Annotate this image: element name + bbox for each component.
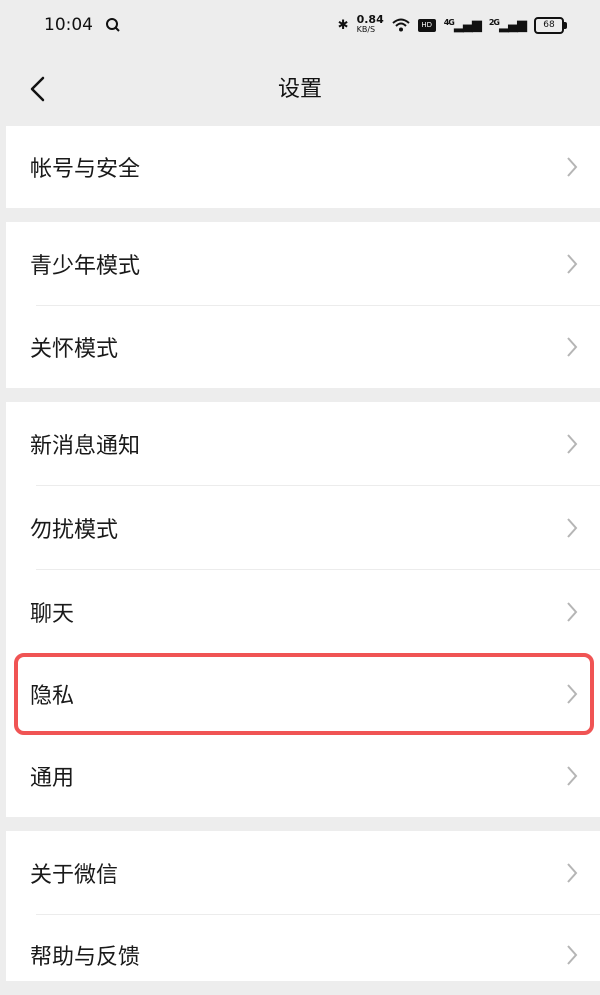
settings-item-label: 聊天 bbox=[30, 601, 75, 627]
settings-item-label: 青少年模式 bbox=[30, 254, 141, 279]
battery-icon: 68 bbox=[534, 16, 567, 34]
chevron-right-icon bbox=[567, 434, 578, 454]
bluetooth-icon: ✱ bbox=[337, 17, 349, 33]
chevron-right-icon bbox=[567, 945, 578, 965]
chevron-right-icon bbox=[567, 684, 578, 704]
settings-item-label: 关于微信 bbox=[30, 863, 119, 888]
wifi-icon bbox=[392, 18, 410, 32]
signal1-label: 4G bbox=[443, 17, 455, 27]
chevron-right-icon bbox=[567, 157, 578, 177]
settings-item-label: 帐号与安全 bbox=[30, 157, 141, 182]
hd-icon: HD bbox=[417, 18, 436, 32]
settings-item-notifications[interactable]: 新消息通知 bbox=[6, 402, 600, 486]
chevron-right-icon bbox=[567, 601, 578, 622]
status-time: 10:04 bbox=[44, 15, 93, 35]
settings-item-label: 勿扰模式 bbox=[30, 518, 119, 543]
settings-item-label: 隐私 bbox=[30, 684, 75, 709]
battery-level: 68 bbox=[543, 19, 555, 30]
settings-item-chat[interactable]: 聊天 bbox=[6, 570, 600, 653]
settings-item-label: 帮助与反馈 bbox=[30, 945, 141, 970]
network-speed: 0.84 KB/S bbox=[356, 13, 384, 35]
chevron-right-icon bbox=[567, 518, 578, 538]
status-bar: 10:04 ✱ 0.84 KB/S HD 4G▂▄▆ 2G▂▄▆ 68 bbox=[0, 0, 600, 50]
settings-item-help[interactable]: 帮助与反馈 bbox=[6, 915, 600, 981]
settings-item-about[interactable]: 关于微信 bbox=[6, 831, 600, 915]
status-left: 10:04 bbox=[44, 15, 121, 35]
chevron-right-icon bbox=[567, 766, 578, 786]
speed-value: 0.84 bbox=[356, 13, 384, 26]
settings-item-privacy[interactable]: 隐私 bbox=[6, 653, 600, 735]
signal-strength-1: 4G▂▄▆ bbox=[443, 17, 482, 33]
page-title: 设置 bbox=[277, 77, 322, 102]
signal2-label: 2G bbox=[488, 17, 500, 27]
settings-item-youth[interactable]: 青少年模式 bbox=[6, 222, 600, 306]
chevron-right-icon bbox=[567, 863, 578, 883]
settings-item-label: 关怀模式 bbox=[30, 337, 119, 362]
speed-unit: KB/S bbox=[356, 25, 376, 34]
settings-item-dnd[interactable]: 勿扰模式 bbox=[6, 486, 600, 570]
nav-bar: 设置 bbox=[0, 50, 600, 126]
settings-item-label: 新消息通知 bbox=[30, 434, 141, 459]
settings-item-care[interactable]: 关怀模式 bbox=[6, 306, 600, 388]
chevron-right-icon bbox=[567, 337, 578, 357]
status-right: ✱ 0.84 KB/S HD 4G▂▄▆ 2G▂▄▆ 68 bbox=[337, 13, 567, 35]
settings-item-label: 通用 bbox=[30, 766, 75, 791]
search-icon bbox=[106, 18, 120, 32]
settings-item-account[interactable]: 帐号与安全 bbox=[6, 126, 600, 208]
signal-strength-2: 2G▂▄▆ bbox=[488, 17, 527, 33]
settings-item-general[interactable]: 通用 bbox=[6, 735, 600, 817]
chevron-right-icon bbox=[567, 254, 578, 274]
